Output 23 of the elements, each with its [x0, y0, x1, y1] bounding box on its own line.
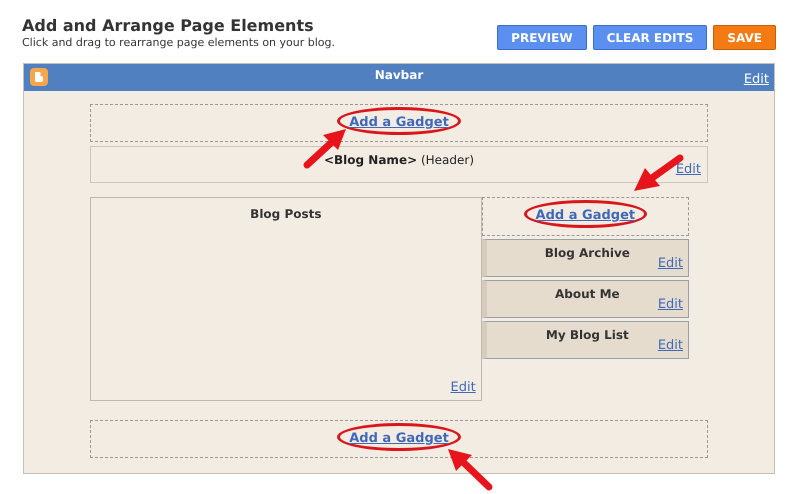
edit-link[interactable]: Edit	[658, 336, 683, 355]
edit-link[interactable]: Edit	[658, 254, 683, 273]
widget-title: My Blog List	[546, 327, 629, 344]
toolbar-button[interactable]: SAVE	[713, 25, 776, 50]
add-gadget-link[interactable]: Add a Gadget	[349, 431, 449, 446]
add-gadget-link[interactable]: Add a Gadget	[536, 208, 636, 223]
toolbar-button[interactable]: CLEAR EDITS	[592, 25, 708, 50]
header-title: <Blog Name> (Header)	[324, 152, 474, 169]
edit-link[interactable]: Edit	[450, 378, 476, 397]
widget-card[interactable]: My Blog List Edit	[482, 321, 689, 359]
widget-card[interactable]: About Me Edit	[482, 280, 689, 318]
widget-card[interactable]: Blog Archive Edit	[482, 239, 689, 277]
navbar-title: Navbar	[374, 66, 424, 84]
page-subtitle: Click and drag to rearrange page elements on your blog.	[22, 36, 335, 49]
widget-title: Blog Archive	[544, 245, 630, 262]
toolbar-button[interactable]: PREVIEW	[497, 25, 587, 50]
edit-link[interactable]: Edit	[744, 70, 769, 89]
page-title: Add and Arrange Page Elements	[22, 16, 315, 36]
edit-link[interactable]: Edit	[676, 160, 701, 179]
blog-posts-title: Blog Posts	[250, 206, 322, 223]
widget-title: About Me	[555, 286, 620, 303]
add-gadget-link[interactable]: Add a Gadget	[349, 115, 449, 130]
edit-link[interactable]: Edit	[658, 294, 683, 314]
